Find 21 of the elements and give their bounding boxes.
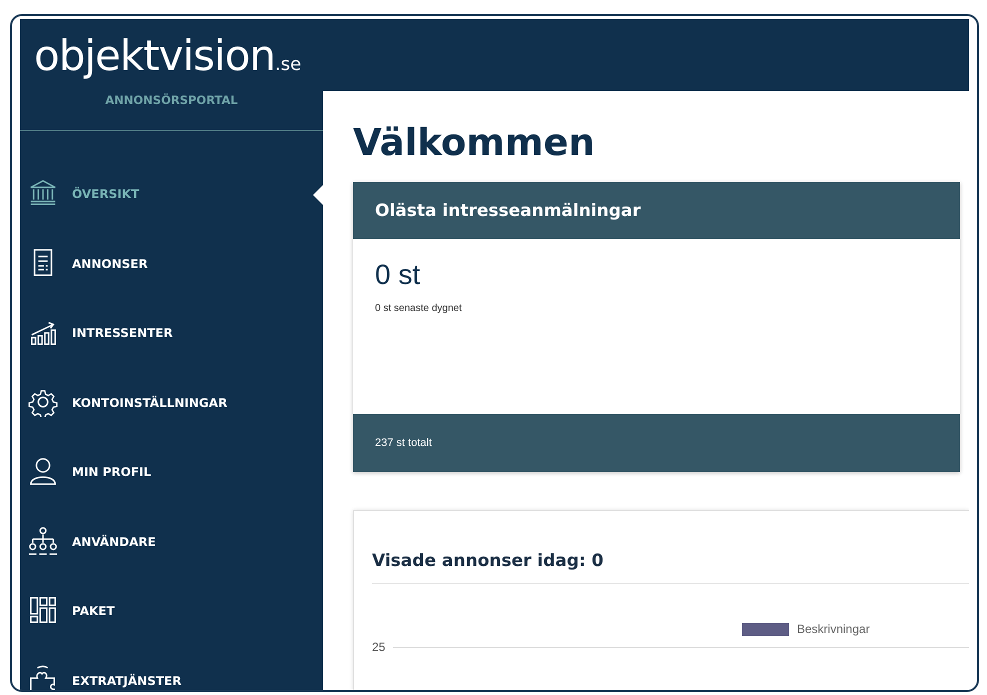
org-chart-icon — [28, 526, 58, 556]
card-title: Visade annonser idag: 0 — [372, 551, 969, 584]
logo[interactable]: objektvision.se — [34, 30, 302, 80]
person-icon — [28, 456, 58, 486]
nav-item[interactable]: INTRESSENTER — [20, 320, 323, 390]
card-footer: 237 st totalt — [353, 414, 960, 472]
nav-item[interactable]: MIN PROFIL — [20, 459, 323, 528]
nav-item[interactable]: KONTOINSTÄLLNINGAR — [20, 390, 323, 459]
card-header: Olästa intresseanmälningar — [353, 182, 960, 239]
recent-count: 0 st senaste dygnet — [375, 303, 463, 314]
axis-tick-label: 25 — [372, 640, 386, 654]
bank-icon — [28, 178, 58, 208]
legend-label: Beskrivningar — [797, 622, 870, 636]
grid-icon — [28, 595, 58, 625]
unread-count: 0 st — [375, 259, 422, 291]
nav-item[interactable]: ANVÄNDARE — [20, 528, 323, 598]
puzzle-icon — [28, 664, 58, 690]
nav-item[interactable]: EXTRATJÄNSTER — [20, 668, 323, 690]
page-title: Välkommen — [353, 121, 596, 164]
nav-item[interactable]: PAKET — [20, 598, 323, 668]
nav-item[interactable]: ANNONSER — [20, 250, 323, 320]
